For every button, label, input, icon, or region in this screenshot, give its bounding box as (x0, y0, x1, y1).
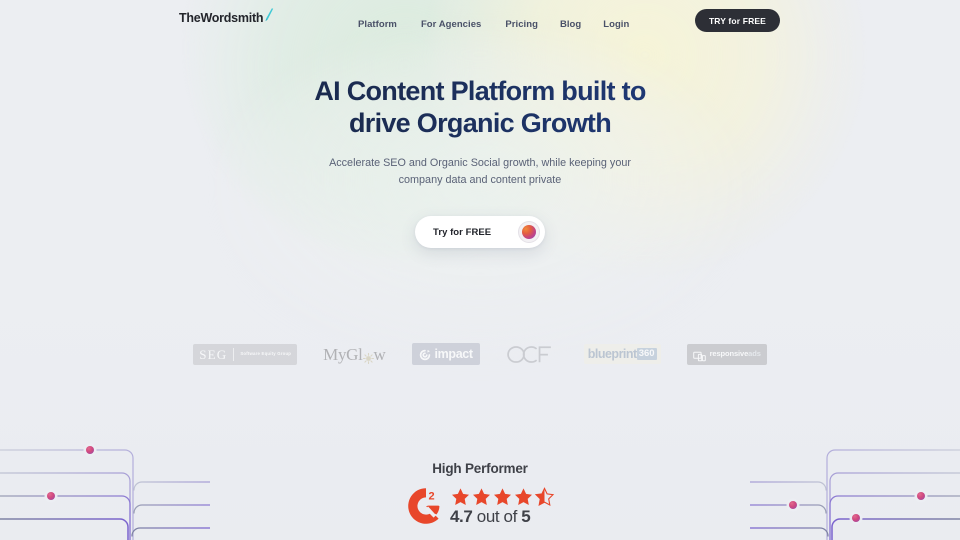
logo-seg: SEG Software Equity Group (193, 343, 298, 365)
logo-myglow: MyGl w (323, 343, 386, 365)
devices-icon (692, 349, 706, 361)
g2-logo-icon: 2 (405, 485, 447, 527)
logo-responsiveads: responsiveads (686, 343, 767, 365)
hero-section: AI Content Platform built to drive Organ… (0, 76, 960, 189)
g2-score-value: 4.7 (450, 506, 473, 526)
g2-rating-badge: High Performer 2 4.7 out of 5 (0, 462, 960, 527)
gradient-orb-inner (522, 225, 536, 239)
main-nav: Platform For Agencies Pricing Blog Login (358, 14, 629, 32)
page-root: TheWordsmith Platform For Agencies Prici… (0, 0, 960, 540)
hero-subtitle-line-1: Accelerate SEO and Organic Social growth… (329, 157, 631, 169)
nav-link-login[interactable]: Login (603, 19, 629, 30)
nav-link-pricing[interactable]: Pricing (505, 19, 538, 30)
star-icon-2 (473, 487, 490, 505)
logo-blueprint360-text: blueprint (587, 346, 637, 361)
impact-swirl-icon (419, 348, 431, 361)
nav-item-pricing[interactable]: Pricing (505, 14, 538, 32)
logo-seg-main: SEG (199, 346, 228, 362)
svg-text:2: 2 (428, 490, 434, 502)
star-icon-3 (494, 487, 511, 505)
g2-score-text: 4.7 out of 5 (450, 506, 531, 526)
client-logo-strip: SEG Software Equity Group MyGl w impact … (0, 336, 960, 372)
hero-subtitle-line-2: company data and content private (398, 174, 562, 186)
nav-item-platform[interactable]: Platform (358, 14, 397, 32)
logo-myglow-part1: MyGl (323, 344, 363, 364)
logo-blueprint360-badge: 360 (636, 348, 657, 360)
star-icon-4 (515, 487, 532, 505)
g2-score-block: 4.7 out of 5 (450, 486, 555, 526)
hero-title-line-1: AI Content Platform built to (314, 76, 646, 106)
header-try-for-free-button[interactable]: TRY for FREE (694, 9, 780, 32)
logo-blueprint360: blueprint 360 (583, 344, 661, 364)
nav-link-platform[interactable]: Platform (358, 19, 397, 30)
brand-logo[interactable]: TheWordsmith (179, 8, 274, 25)
logo-responsiveads-faint: ads (748, 349, 761, 359)
page-title: AI Content Platform built to drive Organ… (0, 76, 960, 138)
hero-try-for-free-button[interactable]: Try for FREE (415, 216, 545, 248)
hero-cta-container: Try for FREE (0, 216, 960, 248)
nav-item-login[interactable]: Login (603, 14, 629, 32)
logo-ocf (506, 343, 558, 365)
logo-impact: impact (411, 343, 480, 365)
g2-badge-title: High Performer (432, 461, 528, 476)
logo-responsiveads-text: responsiveads (710, 350, 761, 358)
logo-responsiveads-main: responsive (709, 349, 749, 359)
gradient-orb-icon (518, 221, 540, 243)
nav-item-blog[interactable]: Blog (560, 14, 581, 32)
brand-name: TheWordsmith (179, 11, 264, 25)
g2-score-middle: out of (472, 506, 522, 526)
hero-cta-label: Try for FREE (433, 226, 492, 238)
star-icon-1 (452, 487, 469, 505)
g2-score-denominator: 5 (521, 506, 531, 526)
star-icon-5-half (534, 486, 555, 506)
logo-impact-text: impact (434, 346, 474, 361)
nav-item-for-agencies[interactable]: For Agencies (421, 14, 481, 32)
logo-seg-divider (233, 347, 235, 361)
sun-star-icon (362, 350, 374, 364)
logo-myglow-part2: w (373, 344, 386, 364)
site-header: TheWordsmith Platform For Agencies Prici… (0, 0, 960, 41)
g2-badge-body: 2 4.7 out of 5 (405, 485, 555, 527)
hero-subtitle: Accelerate SEO and Organic Social growth… (0, 155, 960, 189)
logo-seg-sub: Software Equity Group (240, 350, 292, 356)
pen-slash-icon (264, 8, 274, 22)
hero-title-line-2: drive Organic Growth (348, 108, 612, 138)
nav-link-for-agencies[interactable]: For Agencies (421, 19, 481, 30)
g2-star-rating (450, 486, 555, 507)
nav-link-blog[interactable]: Blog (560, 19, 581, 30)
